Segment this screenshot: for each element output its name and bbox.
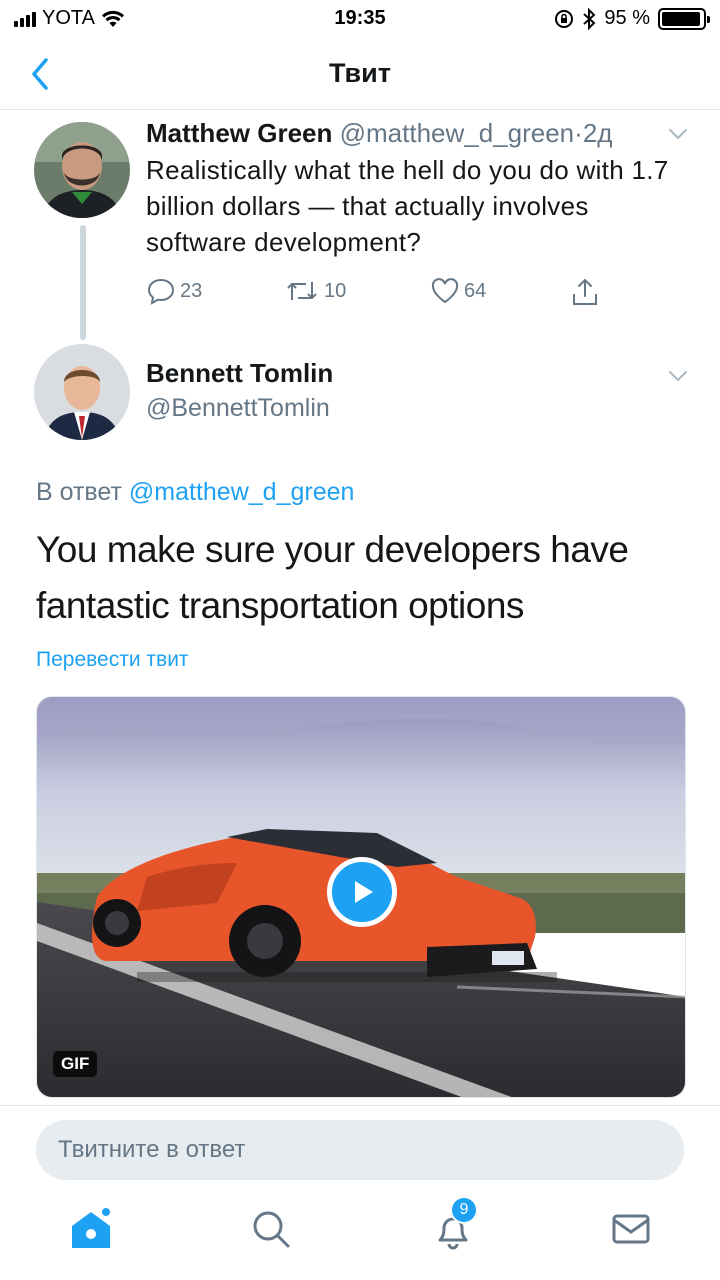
reply-input[interactable]: Твитните в ответ <box>36 1120 684 1180</box>
notifications-badge: 9 <box>450 1196 478 1224</box>
chevron-down-icon[interactable] <box>664 120 692 148</box>
avatar-matthew-green[interactable] <box>34 122 130 218</box>
author-name[interactable]: Matthew Green <box>146 118 332 148</box>
play-button[interactable] <box>327 857 397 927</box>
avatar-bennett-tomlin[interactable] <box>34 344 130 440</box>
play-icon <box>355 881 373 903</box>
like-count: 64 <box>464 279 487 302</box>
reply-prefix: В ответ <box>36 478 122 506</box>
divider <box>0 1105 720 1106</box>
search-icon <box>253 1211 290 1248</box>
tab-home[interactable] <box>66 1204 116 1254</box>
share-icon <box>573 278 597 305</box>
parent-tweet-header: Matthew Green @matthew_d_green·2д <box>146 118 612 149</box>
retweet-action[interactable]: 10 <box>284 276 346 306</box>
main-tweet-text: You make sure your developers have fanta… <box>36 529 629 626</box>
reply-mention-link[interactable]: @matthew_d_green <box>129 478 355 506</box>
author-handle[interactable]: @BennettTomlin <box>146 394 330 423</box>
author-handle[interactable]: @matthew_d_green <box>340 118 575 148</box>
tab-search[interactable] <box>246 1204 296 1254</box>
chevron-down-icon[interactable] <box>664 362 692 390</box>
retweet-icon <box>287 282 317 300</box>
nav-header: Твит <box>0 40 720 110</box>
tab-messages[interactable] <box>606 1204 656 1254</box>
thread-connector <box>80 225 86 340</box>
reply-icon <box>147 278 175 305</box>
orientation-lock-icon <box>555 9 574 28</box>
heart-icon <box>431 278 459 304</box>
retweet-count: 10 <box>324 279 347 302</box>
status-bar: YOTA 19:35 95 % <box>0 0 720 40</box>
time-separator: · <box>574 118 583 148</box>
bluetooth-icon <box>583 7 596 30</box>
reply-action[interactable]: 23 <box>146 276 202 306</box>
parent-tweet-text: Realistically what the hell do you do wi… <box>146 155 669 257</box>
tab-notifications[interactable]: 9 <box>428 1196 478 1254</box>
battery-percent: 95 % <box>604 7 650 29</box>
tab-bar: 9 <box>0 1190 720 1280</box>
reply-count: 23 <box>180 279 203 302</box>
parent-tweet-actions: 23 10 64 <box>146 276 616 312</box>
home-new-indicator <box>102 1208 110 1216</box>
status-right: 95 % <box>554 7 710 30</box>
mail-icon <box>612 1214 650 1244</box>
reply-context: В ответ @matthew_d_green <box>36 478 354 507</box>
gif-badge: GIF <box>53 1051 98 1077</box>
share-action[interactable] <box>570 276 600 308</box>
translate-tweet-link[interactable]: Перевести твит <box>36 648 189 672</box>
like-action[interactable]: 64 <box>430 276 486 306</box>
page-title: Твит <box>329 58 391 88</box>
gif-media[interactable]: GIF <box>36 696 686 1098</box>
author-name[interactable]: Bennett Tomlin <box>146 358 333 389</box>
battery-icon <box>658 7 710 30</box>
tweet-time: 2д <box>582 118 613 148</box>
